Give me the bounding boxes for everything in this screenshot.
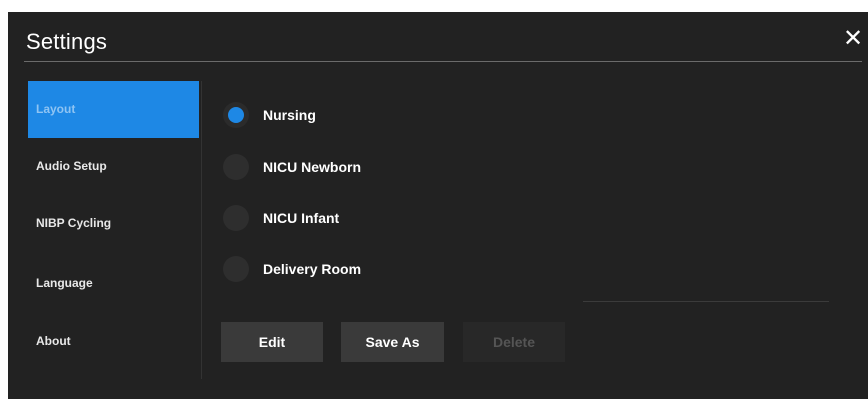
save-as-button[interactable]: Save As — [341, 322, 444, 362]
layout-option-label: Delivery Room — [263, 261, 362, 277]
settings-dialog: Settings ✕ Layout Audio Setup NIBP Cycli… — [8, 12, 868, 399]
content-divider — [583, 301, 829, 302]
delete-button: Delete — [463, 322, 565, 362]
sidebar-item-about[interactable]: About — [28, 313, 199, 370]
radio-button[interactable] — [223, 154, 249, 180]
sidebar-item-audio-setup[interactable]: Audio Setup — [28, 138, 199, 195]
layout-option-label: NICU Infant — [263, 210, 340, 226]
edit-button[interactable]: Edit — [221, 322, 323, 362]
sidebar-item-nibp-cycling[interactable]: NIBP Cycling — [28, 195, 199, 252]
radio-button-checked[interactable] — [223, 102, 249, 128]
radio-button[interactable] — [223, 205, 249, 231]
radio-button[interactable] — [223, 256, 249, 282]
layout-option-label: NICU Newborn — [263, 159, 361, 175]
dialog-title: Settings — [26, 29, 108, 54]
title-divider — [24, 61, 862, 62]
close-icon[interactable]: ✕ — [842, 26, 864, 52]
sidebar-divider — [201, 81, 202, 379]
sidebar-item-layout[interactable]: Layout — [28, 81, 199, 138]
layout-option-label: Nursing — [263, 107, 316, 123]
sidebar-item-language[interactable]: Language — [28, 255, 199, 312]
